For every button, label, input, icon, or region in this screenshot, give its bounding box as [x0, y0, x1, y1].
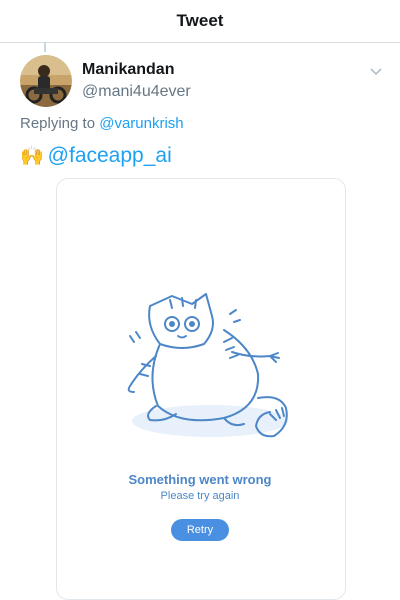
tweet-text: 🙌 @faceapp_ai — [20, 143, 172, 170]
mention-link[interactable]: @faceapp_ai — [48, 144, 172, 167]
author-name[interactable]: Manikandan — [82, 61, 191, 79]
thread-connector-line — [44, 42, 46, 52]
error-title: Something went wrong — [128, 472, 272, 487]
top-bar: Tweet — [0, 0, 400, 43]
page-title: Tweet — [176, 11, 224, 30]
chevron-down-icon[interactable] — [368, 66, 384, 78]
author-block[interactable]: Manikandan @mani4u4ever — [82, 61, 191, 103]
avatar-photo — [20, 55, 72, 107]
retry-button[interactable]: Retry — [171, 519, 229, 541]
replying-to-line: Replying to @varunkrish — [20, 115, 184, 132]
replying-to-label: Replying to — [20, 115, 96, 132]
avatar[interactable] — [20, 55, 72, 107]
raised-hands-emoji: 🙌 — [20, 146, 44, 167]
author-handle[interactable]: @mani4u4ever — [82, 81, 191, 103]
error-subtitle: Please try again — [160, 490, 240, 502]
replying-to-link[interactable]: @varunkrish — [99, 115, 183, 132]
confused-cat-illustration — [127, 293, 288, 438]
